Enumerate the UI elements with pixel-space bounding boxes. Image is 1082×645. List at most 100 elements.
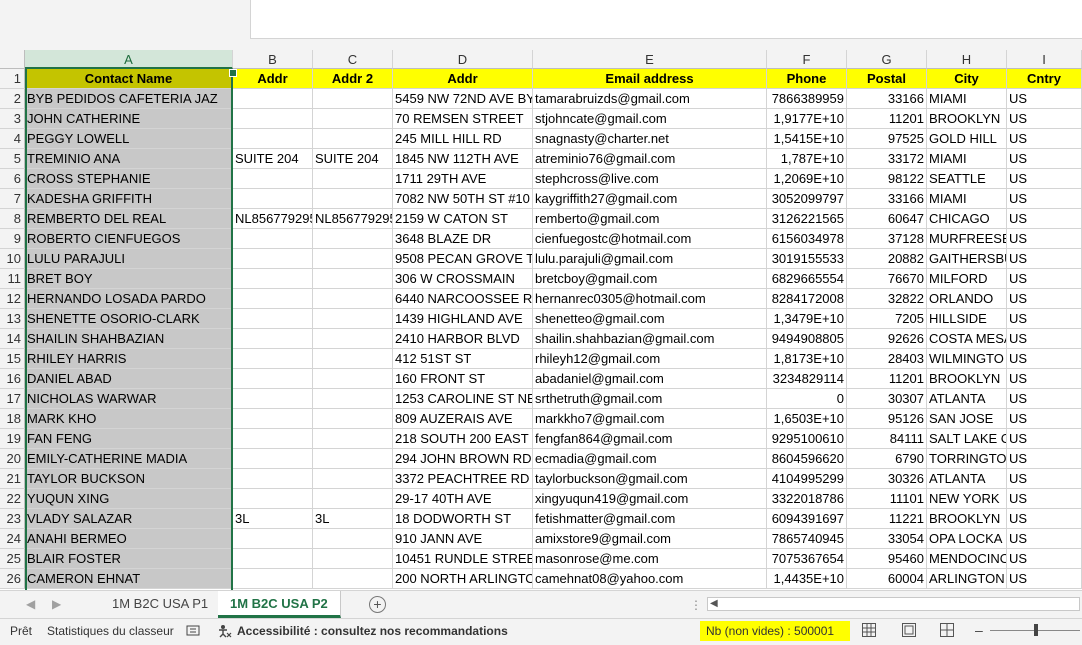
row-header[interactable]: 14 (0, 329, 25, 349)
normal-view-icon[interactable] (862, 623, 876, 637)
cell[interactable]: 6440 NARCOOSSEE RO (393, 289, 533, 309)
cell[interactable]: 7865740945 (767, 529, 847, 549)
column-header-a[interactable]: A (25, 50, 233, 69)
cell[interactable]: 33054 (847, 529, 927, 549)
cell[interactable]: stjohncate@gmail.com (533, 109, 767, 129)
cell[interactable]: SALT LAKE CI (927, 429, 1007, 449)
cell[interactable]: 294 JOHN BROWN RD (393, 449, 533, 469)
cell[interactable]: markkho7@gmail.com (533, 409, 767, 429)
header-cell[interactable]: Postal (847, 69, 927, 89)
cell[interactable]: MARK KHO (25, 409, 233, 429)
cell[interactable] (313, 489, 393, 509)
cell[interactable]: US (1007, 569, 1082, 589)
page-break-view-icon[interactable] (940, 623, 954, 637)
cell[interactable]: EMILY-CATHERINE MADIA (25, 449, 233, 469)
cell[interactable] (233, 269, 313, 289)
row-header[interactable]: 7 (0, 189, 25, 209)
cell[interactable]: BRET BOY (25, 269, 233, 289)
cell[interactable]: 910 JANN AVE (393, 529, 533, 549)
cell[interactable]: xingyuqun419@gmail.com (533, 489, 767, 509)
column-header-e[interactable]: E (533, 50, 767, 69)
header-cell[interactable]: Cntry (1007, 69, 1082, 89)
cell[interactable]: 92626 (847, 329, 927, 349)
cell[interactable]: 1,4435E+10 (767, 569, 847, 589)
cell[interactable]: TORRINGTON (927, 449, 1007, 469)
cell[interactable] (313, 389, 393, 409)
cell[interactable]: US (1007, 449, 1082, 469)
cell[interactable] (313, 429, 393, 449)
cell[interactable] (233, 369, 313, 389)
column-header-g[interactable]: G (847, 50, 927, 69)
cell[interactable]: 97525 (847, 129, 927, 149)
cell[interactable] (233, 309, 313, 329)
cell[interactable]: 1,2069E+10 (767, 169, 847, 189)
accessibility-icon[interactable] (218, 624, 232, 641)
cell[interactable]: 28403 (847, 349, 927, 369)
cell[interactable]: snagnasty@charter.net (533, 129, 767, 149)
cell[interactable]: CROSS STEPHANIE (25, 169, 233, 189)
cell[interactable]: US (1007, 209, 1082, 229)
cell[interactable]: shenetteo@gmail.com (533, 309, 767, 329)
cell[interactable] (233, 189, 313, 209)
row-header[interactable]: 15 (0, 349, 25, 369)
cell[interactable] (313, 269, 393, 289)
cell[interactable] (233, 329, 313, 349)
cell[interactable]: 3322018786 (767, 489, 847, 509)
cell[interactable]: MIAMI (927, 189, 1007, 209)
column-header-h[interactable]: H (927, 50, 1007, 69)
cell[interactable]: BLAIR FOSTER (25, 549, 233, 569)
cell[interactable]: 9508 PECAN GROVE TE (393, 249, 533, 269)
row-header[interactable]: 6 (0, 169, 25, 189)
cell[interactable]: PEGGY LOWELL (25, 129, 233, 149)
row-header[interactable]: 17 (0, 389, 25, 409)
cell[interactable]: 160 FRONT ST (393, 369, 533, 389)
cell[interactable]: CAMERON EHNAT (25, 569, 233, 589)
cell[interactable] (233, 109, 313, 129)
cell[interactable] (313, 549, 393, 569)
cell[interactable]: US (1007, 249, 1082, 269)
cell[interactable]: tamarabruizds@gmail.com (533, 89, 767, 109)
cell[interactable]: NICHOLAS WARWAR (25, 389, 233, 409)
cell[interactable]: SEATTLE (927, 169, 1007, 189)
select-all-corner[interactable] (0, 50, 25, 69)
cell[interactable]: srthetruth@gmail.com (533, 389, 767, 409)
cell[interactable]: US (1007, 229, 1082, 249)
cell[interactable]: US (1007, 389, 1082, 409)
cell[interactable]: BROOKLYN (927, 109, 1007, 129)
cell[interactable]: 6094391697 (767, 509, 847, 529)
cell[interactable]: 245 MILL HILL RD (393, 129, 533, 149)
cell[interactable] (233, 489, 313, 509)
cell[interactable]: US (1007, 369, 1082, 389)
cell[interactable] (313, 469, 393, 489)
cell[interactable]: NEW YORK (927, 489, 1007, 509)
cell[interactable]: 11201 (847, 369, 927, 389)
cell[interactable] (313, 129, 393, 149)
cell[interactable]: 306 W CROSSMAIN (393, 269, 533, 289)
cell[interactable]: US (1007, 489, 1082, 509)
cell[interactable]: 30307 (847, 389, 927, 409)
row-header[interactable]: 25 (0, 549, 25, 569)
cell[interactable]: US (1007, 289, 1082, 309)
cell[interactable] (313, 529, 393, 549)
cell[interactable]: 3126221565 (767, 209, 847, 229)
cell[interactable]: US (1007, 529, 1082, 549)
cell[interactable]: US (1007, 329, 1082, 349)
cell[interactable]: 10451 RUNDLE STREET (393, 549, 533, 569)
cell[interactable]: VLADY SALAZAR (25, 509, 233, 529)
cell[interactable]: 7075367654 (767, 549, 847, 569)
header-cell[interactable]: Addr (393, 69, 533, 89)
cell[interactable]: 1,3479E+10 (767, 309, 847, 329)
cell[interactable]: ecmadia@gmail.com (533, 449, 767, 469)
cell[interactable]: 95460 (847, 549, 927, 569)
cell[interactable]: 20882 (847, 249, 927, 269)
column-header-f[interactable]: F (767, 50, 847, 69)
cell[interactable]: 7866389959 (767, 89, 847, 109)
cell[interactable]: SUITE 204 (313, 149, 393, 169)
spreadsheet-grid[interactable]: ABCDEFGHI 1 Contact Name Addr Addr 2 Addr Ema… (0, 50, 1082, 590)
cell[interactable] (313, 349, 393, 369)
cell[interactable]: 98122 (847, 169, 927, 189)
cell[interactable]: lulu.parajuli@gmail.com (533, 249, 767, 269)
cell[interactable]: GAITHERSBU (927, 249, 1007, 269)
row-header[interactable]: 19 (0, 429, 25, 449)
cell[interactable]: US (1007, 409, 1082, 429)
